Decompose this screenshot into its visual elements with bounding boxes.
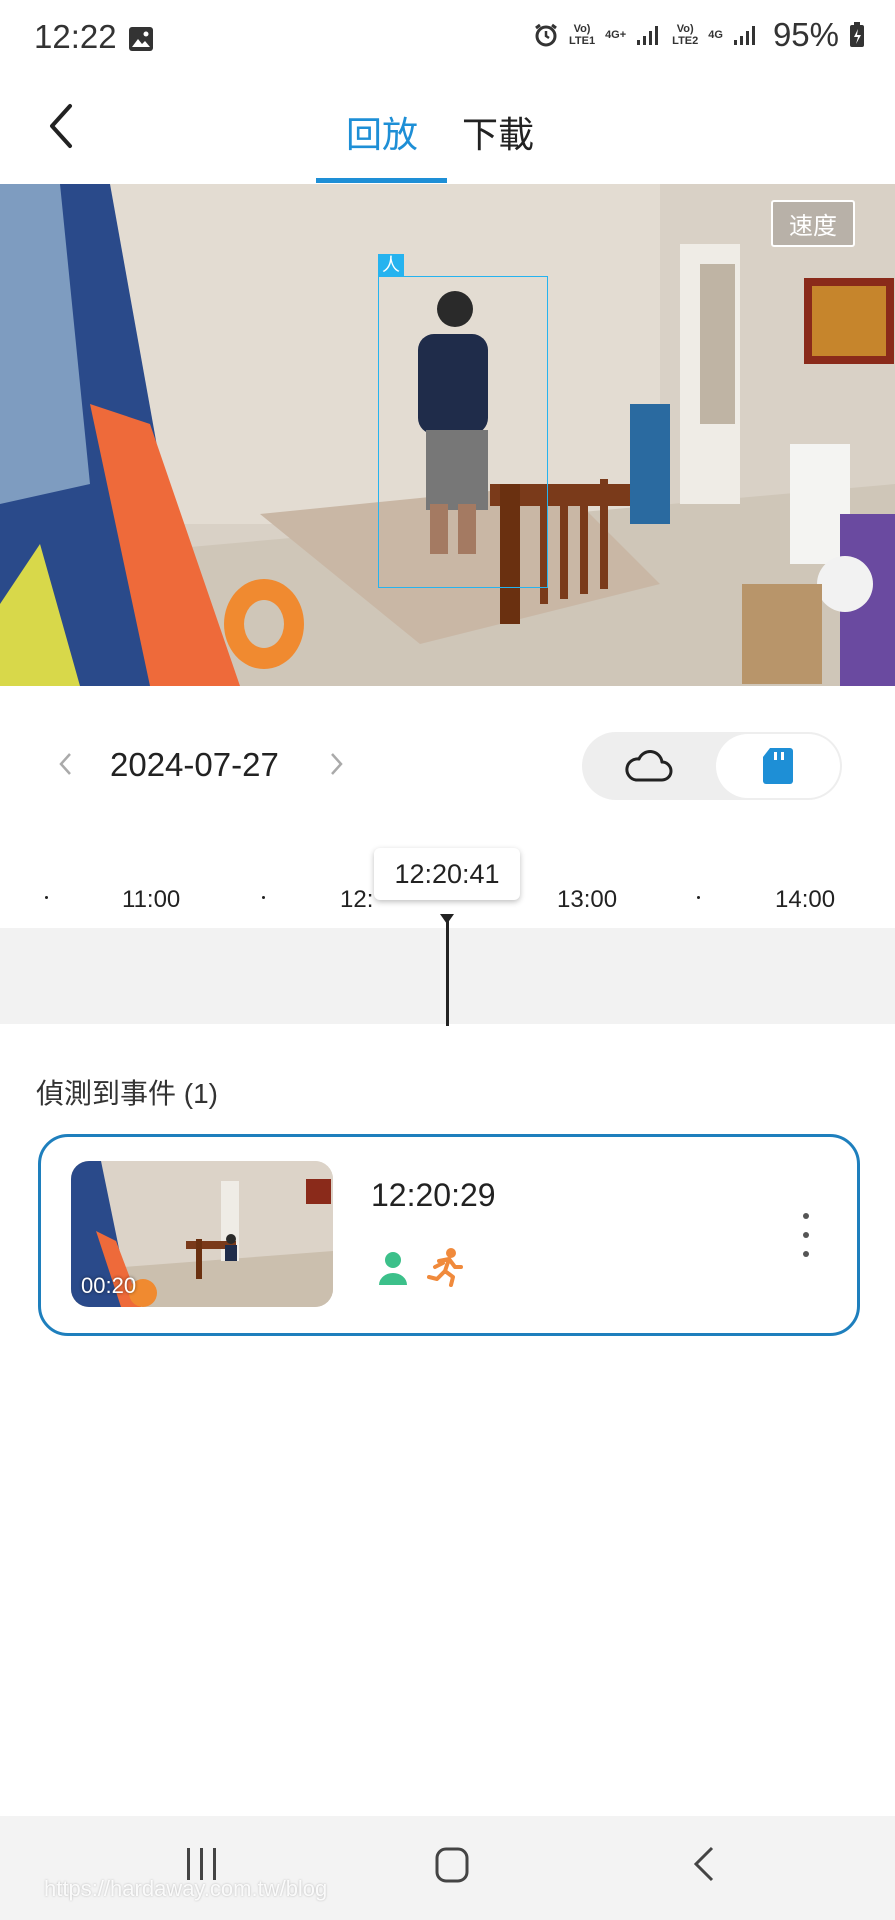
- timeline[interactable]: 11:00 12: 13:00 14:00 12:20:41: [0, 848, 895, 1028]
- status-bar: 12:22 Vo) LTE1 4G+ Vo) LTE2 4G 95%: [0, 0, 895, 78]
- timeline-dot: [697, 896, 700, 899]
- status-indicators: Vo) LTE1 4G+ Vo) LTE2 4G 95%: [533, 16, 865, 54]
- event-time: 12:20:29: [371, 1177, 496, 1213]
- person-detection-box: [378, 276, 548, 588]
- tab-playback[interactable]: 回放: [346, 106, 418, 158]
- events-heading: 偵測到事件 (1): [36, 1078, 219, 1109]
- storage-toggle: [582, 732, 842, 800]
- event-duration: 00:20: [81, 1273, 137, 1298]
- back-arrow-icon[interactable]: [40, 98, 84, 154]
- timeline-tick: 12:: [340, 886, 374, 913]
- person-detection-label: 人: [378, 254, 404, 276]
- alarm-icon: [535, 23, 557, 47]
- chevron-right-icon[interactable]: [326, 750, 346, 778]
- active-tab-indicator: [316, 178, 447, 183]
- date-navigator: 2024-07-27: [0, 730, 895, 800]
- motion-icon: [427, 1248, 463, 1287]
- home-icon[interactable]: [434, 1846, 470, 1884]
- timeline-dot: [262, 896, 265, 899]
- gallery-icon: [129, 27, 153, 51]
- sim2-label: Vo) LTE2: [672, 23, 699, 47]
- sim1-network: 4G+: [605, 29, 627, 41]
- cloud-icon[interactable]: [622, 746, 674, 786]
- app-header: 回放 下載: [0, 78, 895, 185]
- timeline-tick: 13:00: [557, 886, 618, 913]
- signal-icon: [637, 26, 659, 45]
- sim1-label: Vo) LTE1: [568, 23, 596, 47]
- event-thumbnail[interactable]: 00:20: [71, 1161, 333, 1307]
- current-time-bubble: 12:20:41: [374, 848, 520, 900]
- signal-icon: [733, 26, 755, 45]
- sd-card-option[interactable]: [716, 734, 840, 798]
- timeline-dot: [45, 896, 48, 899]
- playhead-line[interactable]: [446, 916, 449, 1026]
- system-nav-bar: [0, 1816, 895, 1920]
- battery-icon: [850, 22, 864, 47]
- person-icon: [379, 1252, 407, 1285]
- video-player[interactable]: 速度 人: [0, 184, 895, 686]
- battery-percent: 95%: [772, 16, 839, 53]
- nav-back-icon[interactable]: [690, 1844, 718, 1884]
- more-options-icon[interactable]: [801, 1213, 811, 1257]
- selected-date[interactable]: 2024-07-27: [110, 746, 279, 784]
- timeline-tick: 11:00: [122, 886, 181, 913]
- chevron-left-icon[interactable]: [56, 750, 76, 778]
- sim2-network: 4G: [708, 29, 723, 41]
- timeline-tick: 14:00: [775, 886, 836, 913]
- sd-card-icon: [763, 748, 793, 784]
- watermark: https://hardaway.com.tw/blog: [44, 1876, 328, 1901]
- speed-button[interactable]: 速度: [771, 200, 855, 247]
- status-time: 12:22: [34, 18, 117, 55]
- tab-download[interactable]: 下載: [462, 106, 534, 158]
- event-card[interactable]: 00:20 12:20:29: [38, 1134, 860, 1336]
